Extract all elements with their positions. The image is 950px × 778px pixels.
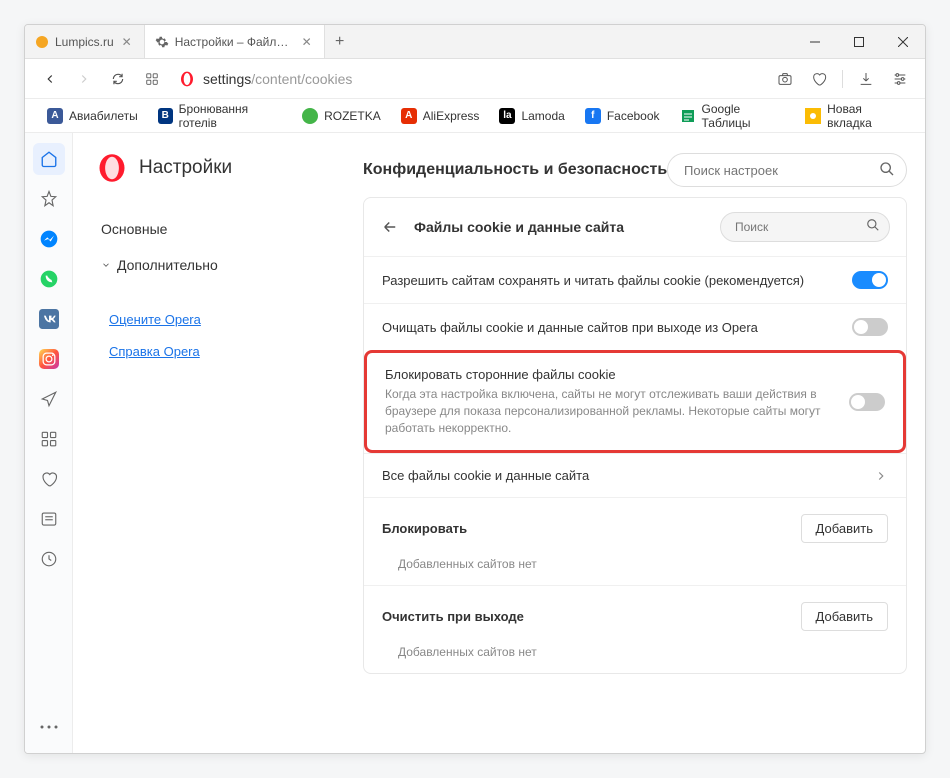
- speed-dial-button[interactable]: [141, 68, 163, 90]
- bookmark-item[interactable]: laLamoda: [491, 104, 572, 128]
- snapshot-button[interactable]: [774, 68, 796, 90]
- bookmark-icon: A: [401, 108, 417, 124]
- bookmark-icon: [805, 108, 821, 124]
- tab-title: Настройки – Файлы cookie: [175, 35, 294, 49]
- new-tab-button[interactable]: +: [325, 25, 355, 58]
- clear-empty-text: Добавленных сайтов нет: [382, 631, 888, 665]
- chevron-right-icon: [874, 469, 888, 483]
- rail-instagram-icon[interactable]: [33, 343, 65, 375]
- window-controls: [793, 25, 925, 58]
- rail-home-icon[interactable]: [33, 143, 65, 175]
- nav-help-opera[interactable]: Справка Opera: [97, 335, 329, 367]
- row-block-third-party: Блокировать сторонние файлы cookie Когда…: [364, 350, 906, 453]
- tab-lumpics[interactable]: Lumpics.ru ✕: [25, 25, 145, 58]
- rail-flow-icon[interactable]: [33, 383, 65, 415]
- tab-settings[interactable]: Настройки – Файлы cookie ✕: [145, 25, 325, 58]
- toggle-clear-on-exit[interactable]: [852, 318, 888, 336]
- rail-bookmarks-icon[interactable]: [33, 183, 65, 215]
- easy-setup-button[interactable]: [889, 68, 911, 90]
- heart-button[interactable]: [808, 68, 830, 90]
- row-allow-cookies: Разрешить сайтам сохранять и читать файл…: [364, 256, 906, 303]
- rail-news-icon[interactable]: [33, 503, 65, 535]
- row-block-title: Блокировать сторонние файлы cookie: [385, 367, 849, 382]
- clear-section-title: Очистить при выходе: [382, 609, 524, 624]
- favicon-lumpics: [35, 35, 49, 49]
- rail-extensions-icon[interactable]: [33, 423, 65, 455]
- bookmark-item[interactable]: AAliExpress: [393, 104, 488, 128]
- nav-basic[interactable]: Основные: [97, 211, 329, 247]
- cookies-search-input[interactable]: [720, 212, 890, 242]
- toolbar: settings/content/cookies: [25, 59, 925, 99]
- bookmark-item[interactable]: Новая вкладка: [797, 98, 911, 134]
- reload-button[interactable]: [107, 68, 129, 90]
- bookmark-item[interactable]: BБронювання готелів: [150, 98, 290, 134]
- card-title: Файлы cookie и данные сайта: [414, 219, 706, 235]
- cookies-card: Файлы cookie и данные сайта Разрешить са…: [363, 197, 907, 674]
- bookmarks-bar: ААвиабилеты BБронювання готелів ROZETKA …: [25, 99, 925, 133]
- settings-search[interactable]: [667, 153, 907, 187]
- rail-personal-icon[interactable]: [33, 463, 65, 495]
- block-add-button[interactable]: Добавить: [801, 514, 888, 543]
- bookmark-item[interactable]: Google Таблицы: [672, 98, 794, 134]
- bookmark-icon: B: [158, 108, 173, 124]
- toggle-allow-cookies[interactable]: [852, 271, 888, 289]
- block-empty-text: Добавленных сайтов нет: [382, 543, 888, 577]
- close-icon[interactable]: ✕: [300, 35, 314, 49]
- close-icon[interactable]: ✕: [120, 35, 134, 49]
- address-text: settings/content/cookies: [203, 71, 352, 87]
- bookmark-item[interactable]: ROZETKA: [294, 104, 389, 128]
- close-button[interactable]: [881, 25, 925, 58]
- rail-messenger-icon[interactable]: [33, 223, 65, 255]
- bookmark-icon: А: [47, 108, 63, 124]
- rail-whatsapp-icon[interactable]: [33, 263, 65, 295]
- block-section-title: Блокировать: [382, 521, 467, 536]
- rail-more-icon[interactable]: [33, 711, 65, 743]
- bookmark-item[interactable]: ААвиабилеты: [39, 104, 146, 128]
- bookmark-item[interactable]: fFacebook: [577, 104, 668, 128]
- chevron-down-icon: [101, 260, 111, 270]
- sidebar-rail: [25, 133, 73, 753]
- clear-section: Очистить при выходе Добавить Добавленных…: [364, 585, 906, 673]
- maximize-button[interactable]: [837, 25, 881, 58]
- settings-title: Настройки: [139, 157, 232, 179]
- minimize-button[interactable]: [793, 25, 837, 58]
- gear-icon: [155, 35, 169, 49]
- address-bar[interactable]: settings/content/cookies: [175, 71, 762, 87]
- block-section: Блокировать Добавить Добавленных сайтов …: [364, 497, 906, 585]
- back-button[interactable]: [39, 68, 61, 90]
- forward-button[interactable]: [73, 68, 95, 90]
- settings-main: Конфиденциальность и безопасность Файлы …: [353, 133, 925, 753]
- bookmark-icon: la: [499, 108, 515, 124]
- settings-sidebar: Настройки Основные Дополнительно Оцените…: [73, 133, 353, 753]
- tab-title: Lumpics.ru: [55, 35, 114, 49]
- clear-add-button[interactable]: Добавить: [801, 602, 888, 631]
- nav-advanced[interactable]: Дополнительно: [97, 247, 329, 283]
- row-clear-on-exit: Очищать файлы cookie и данные сайтов при…: [364, 303, 906, 350]
- titlebar: Lumpics.ru ✕ Настройки – Файлы cookie ✕ …: [25, 25, 925, 59]
- bookmark-icon: f: [585, 108, 601, 124]
- search-icon: [866, 218, 880, 232]
- toggle-block-third-party[interactable]: [849, 393, 885, 411]
- nav-rate-opera[interactable]: Оцените Opera: [97, 303, 329, 335]
- rail-history-icon[interactable]: [33, 543, 65, 575]
- back-arrow-button[interactable]: [380, 217, 400, 237]
- download-button[interactable]: [855, 68, 877, 90]
- row-all-cookies[interactable]: Все файлы cookie и данные сайта: [364, 453, 906, 497]
- opera-logo-icon: [97, 153, 127, 183]
- bookmark-icon: [680, 108, 696, 124]
- settings-search-input[interactable]: [667, 153, 907, 187]
- cookies-search[interactable]: [720, 212, 890, 242]
- search-icon: [879, 161, 895, 177]
- opera-icon: [179, 71, 195, 87]
- tab-strip: Lumpics.ru ✕ Настройки – Файлы cookie ✕ …: [25, 25, 793, 58]
- rail-vk-icon[interactable]: [33, 303, 65, 335]
- row-block-desc: Когда эта настройка включена, сайты не м…: [385, 386, 849, 436]
- bookmark-icon: [302, 108, 318, 124]
